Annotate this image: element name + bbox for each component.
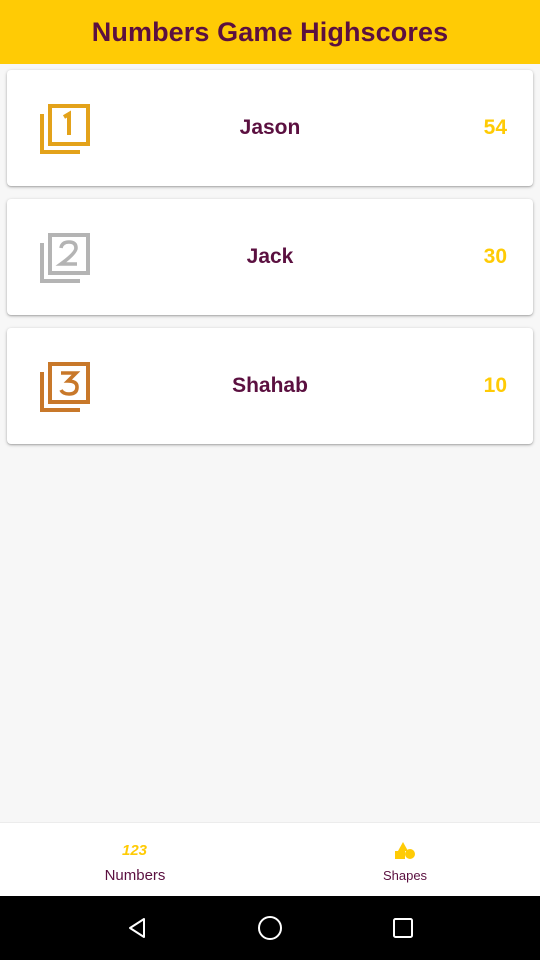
back-icon[interactable] — [117, 908, 157, 948]
highscore-card-1[interactable]: Jason 54 — [7, 70, 533, 186]
highscore-card-2[interactable]: Jack 30 — [7, 199, 533, 315]
home-icon[interactable] — [250, 908, 290, 948]
nav-numbers-tab[interactable]: 123 Numbers — [0, 823, 270, 896]
recents-icon[interactable] — [383, 908, 423, 948]
player-score: 54 — [483, 116, 507, 139]
highscore-card-3[interactable]: Shahab 10 — [7, 328, 533, 444]
system-navigation-bar — [0, 896, 540, 960]
nav-shapes-label: Shapes — [382, 868, 428, 883]
player-name: Shahab — [232, 374, 308, 397]
player-score: 10 — [483, 374, 507, 397]
player-name: Jason — [239, 116, 301, 139]
numbers-123-icon: 123 — [122, 837, 148, 861]
app-header: Numbers Game Highscores — [0, 0, 540, 64]
player-score: 30 — [483, 245, 507, 268]
player-name: Jack — [246, 245, 294, 268]
page-title: Numbers Game Highscores — [91, 16, 449, 47]
svg-text:123: 123 — [122, 842, 148, 859]
nav-numbers-label: Numbers — [104, 867, 166, 884]
nav-shapes-tab[interactable]: Shapes — [270, 823, 540, 896]
bottom-navigation: 123 Numbers Shapes — [0, 822, 540, 896]
shapes-icon — [392, 837, 418, 861]
